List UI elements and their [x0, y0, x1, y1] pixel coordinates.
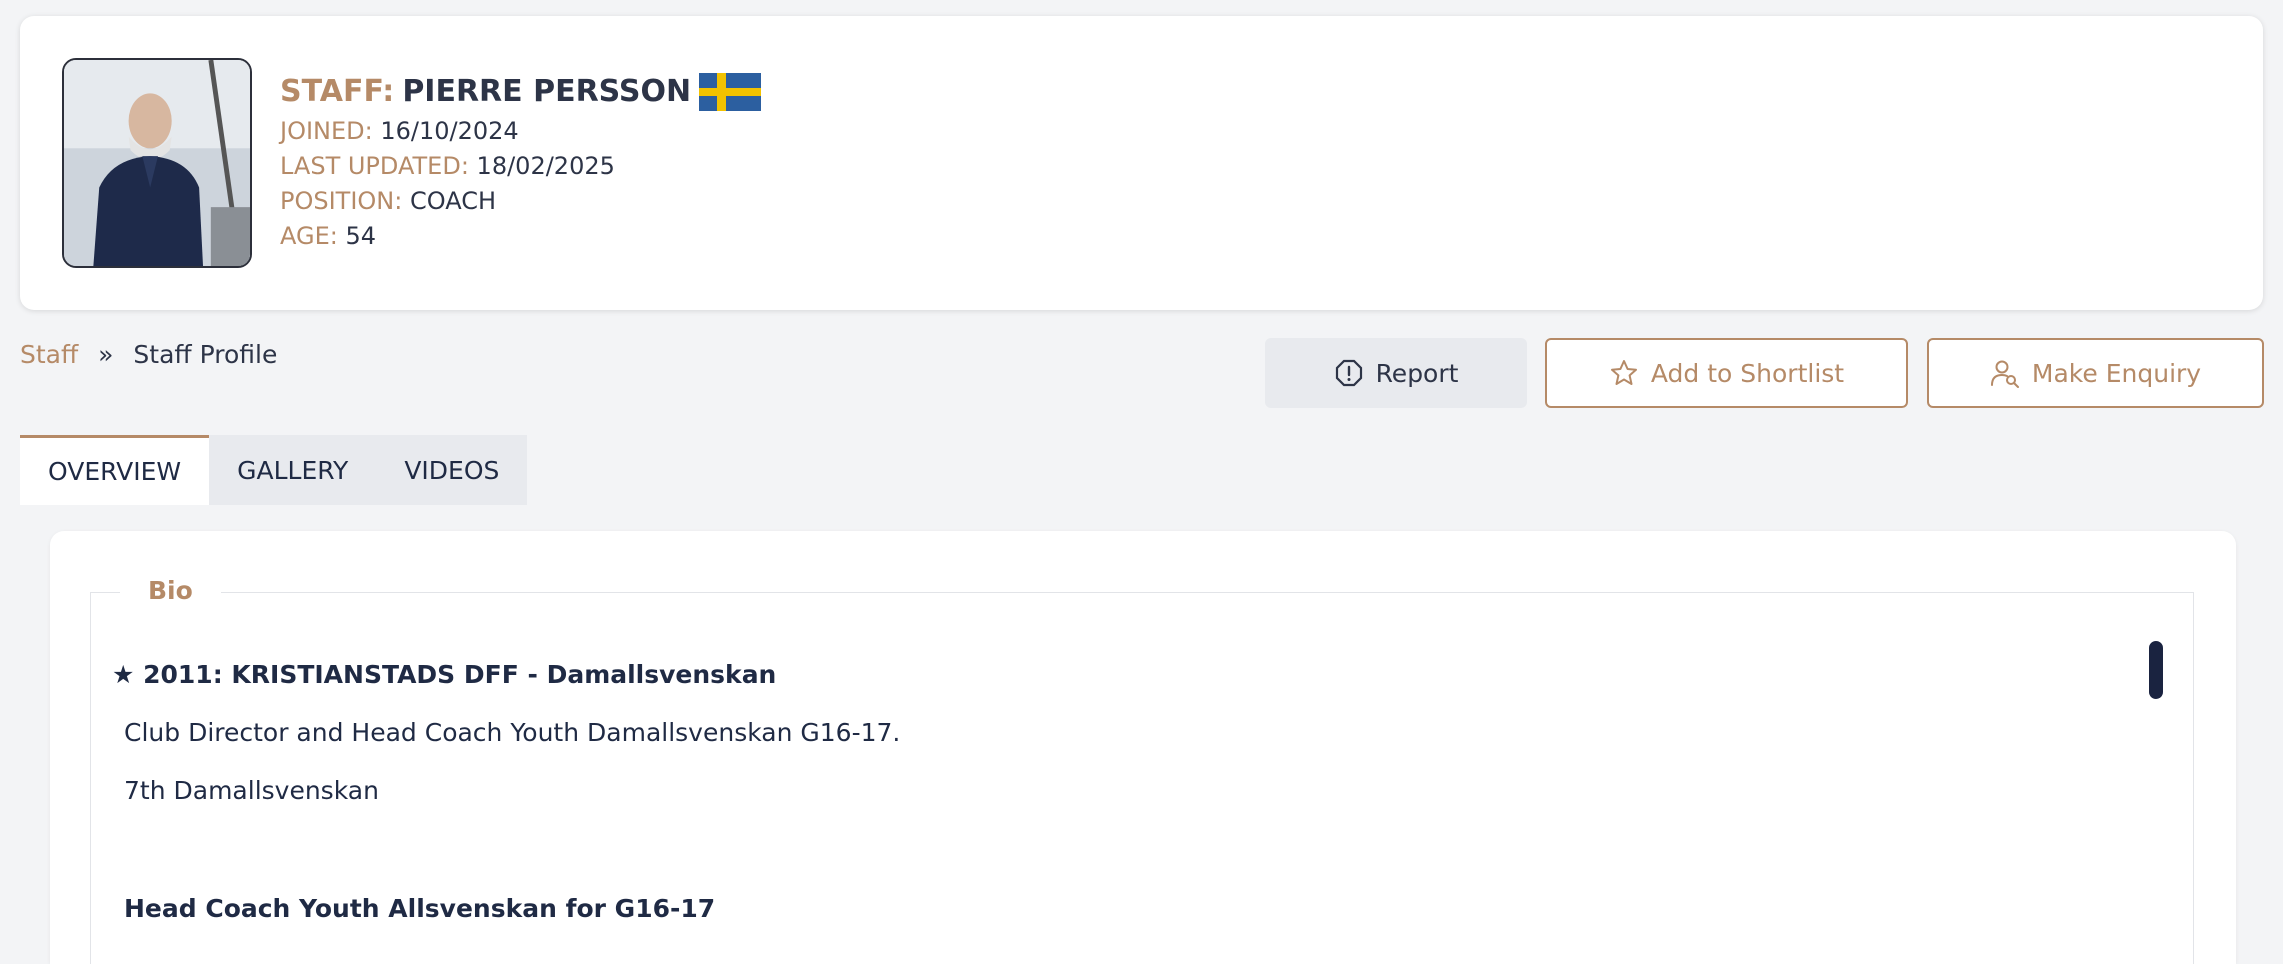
age-value: 54: [345, 222, 377, 250]
breadcrumb-current: Staff Profile: [133, 340, 278, 369]
alert-octagon-icon: [1335, 359, 1362, 387]
updated-row: LAST UPDATED: 18/02/2025: [280, 149, 761, 184]
make-enquiry-button[interactable]: Make Enquiry: [1927, 338, 2264, 408]
age-row: AGE: 54: [280, 219, 761, 254]
updated-value: 18/02/2025: [476, 152, 615, 180]
report-button[interactable]: Report: [1265, 338, 1527, 408]
bio-entry-heading: ★ 2011: KRISTIANSTADS DFF - Damallsvensk…: [112, 660, 777, 689]
staff-photo: [64, 60, 250, 266]
breadcrumb-separator: »: [98, 340, 114, 369]
bio-content: ★ 2011: KRISTIANSTADS DFF - Damallsvensk…: [112, 655, 2112, 929]
joined-row: JOINED: 16/10/2024: [280, 114, 761, 149]
joined-value: 16/10/2024: [380, 117, 519, 145]
bio-scrollbar-thumb[interactable]: [2149, 641, 2163, 699]
sweden-flag-icon: [699, 73, 762, 111]
staff-name: PIERRE PERSSON: [402, 74, 692, 109]
position-value: COACH: [409, 187, 497, 215]
tab-videos[interactable]: VIDEOS: [376, 435, 527, 505]
joined-label: JOINED:: [280, 117, 373, 145]
bio-line-1: Club Director and Head Coach Youth Damal…: [124, 718, 901, 747]
tab-gallery[interactable]: GALLERY: [209, 435, 376, 505]
add-to-shortlist-button[interactable]: Add to Shortlist: [1545, 338, 1908, 408]
position-label: POSITION:: [280, 187, 403, 215]
enquiry-label: Make Enquiry: [2031, 358, 2202, 388]
report-label: Report: [1375, 358, 1459, 388]
bio-line-2: 7th Damallsvenskan: [124, 776, 379, 805]
breadcrumb: Staff » Staff Profile: [20, 340, 277, 369]
user-search-icon: [1990, 360, 2019, 388]
updated-label: LAST UPDATED:: [280, 152, 469, 180]
shortlist-label: Add to Shortlist: [1650, 358, 1845, 388]
profile-card: STAFF: PIERRE PERSSON JOINED: 16/10/2024…: [20, 16, 2263, 310]
tab-overview[interactable]: OVERVIEW: [20, 435, 210, 505]
position-row: POSITION: COACH: [280, 184, 761, 219]
age-label: AGE:: [280, 222, 338, 250]
breadcrumb-staff-link[interactable]: Staff: [20, 340, 78, 369]
star-icon: [1610, 360, 1637, 385]
profile-title: STAFF: PIERRE PERSSON: [280, 70, 762, 114]
profile-tabs: OVERVIEW GALLERY VIDEOS: [20, 435, 528, 505]
avatar: [62, 58, 252, 268]
profile-info: STAFF: PIERRE PERSSON JOINED: 16/10/2024…: [280, 70, 762, 254]
staff-label: STAFF:: [280, 74, 395, 109]
bio-legend: Bio: [120, 576, 221, 605]
bio-subheading: Head Coach Youth Allsvenskan for G16-17: [124, 894, 716, 923]
